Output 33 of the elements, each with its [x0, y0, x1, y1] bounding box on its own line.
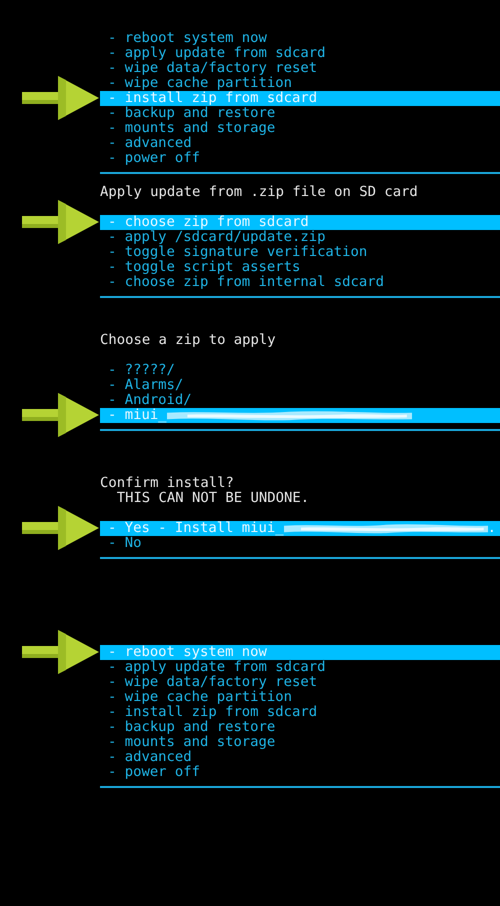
arrow-icon [22, 74, 100, 122]
menu-item[interactable]: - power off [100, 765, 500, 780]
prompt-text: Choose a zip to apply [100, 333, 276, 348]
menu-item[interactable]: - advanced [100, 750, 500, 765]
menu-item[interactable]: - advanced [100, 136, 500, 151]
arrow-icon [22, 391, 100, 439]
prompt-text: Confirm install? [100, 476, 234, 491]
menu-item[interactable]: - apply update from sdcard [100, 46, 500, 61]
menu-item[interactable]: - mounts and storage [100, 121, 500, 136]
menu-item[interactable]: - backup and restore [100, 106, 500, 121]
menu-item[interactable]: - reboot system now [100, 31, 500, 46]
prompt-text: THIS CAN NOT BE UNDONE. [116, 491, 310, 506]
menu-item[interactable]: - wipe cache partition [100, 76, 500, 91]
menu-item[interactable]: - backup and restore [100, 720, 500, 735]
arrow-icon [22, 628, 100, 676]
arrow-icon [22, 504, 100, 552]
menu-item[interactable]: - apply update from sdcard [100, 660, 500, 675]
menu-item[interactable]: - wipe data/factory reset [100, 61, 500, 76]
menu-item[interactable]: - Android/ [100, 393, 500, 408]
menu-item[interactable]: - Alarms/ [100, 378, 500, 393]
prompt-text: Apply update from .zip file on SD card [100, 185, 418, 200]
menu-item[interactable]: - install zip from sdcard [100, 705, 500, 720]
menu-item[interactable]: - power off [100, 151, 500, 166]
menu-item[interactable]: - No [100, 536, 500, 551]
menu-item[interactable]: - mounts and storage [100, 735, 500, 750]
menu-item[interactable]: - toggle script asserts [100, 260, 500, 275]
menu-item[interactable]: - wipe cache partition [100, 690, 500, 705]
menu-item[interactable]: - wipe data/factory reset [100, 675, 500, 690]
menu-item[interactable]: - apply /sdcard/update.zip [100, 230, 500, 245]
arrow-icon [22, 198, 100, 246]
menu-item[interactable]: - choose zip from internal sdcard [100, 275, 500, 290]
menu-item[interactable]: - ?????/ [100, 363, 500, 378]
menu-item[interactable]: - toggle signature verification [100, 245, 500, 260]
